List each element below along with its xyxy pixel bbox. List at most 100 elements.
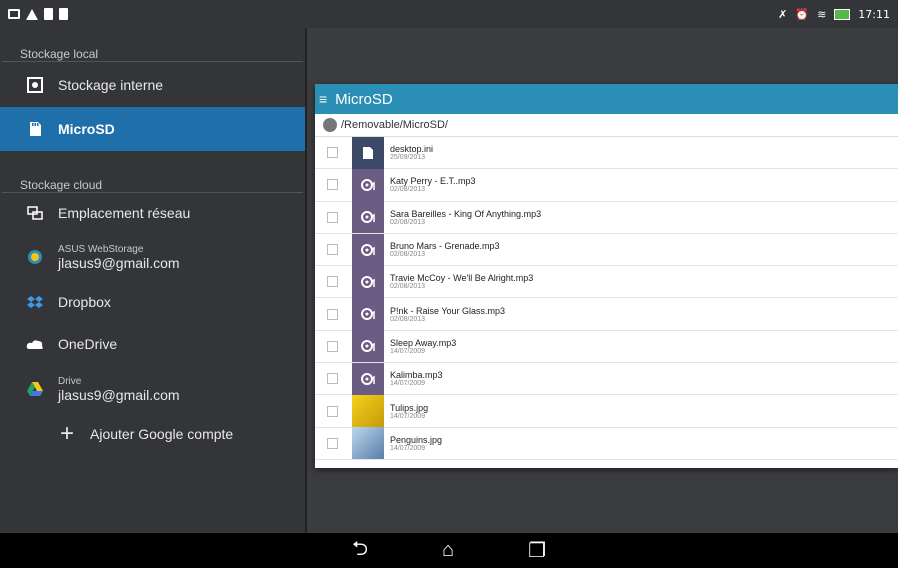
sdcard-path-icon: [323, 118, 337, 132]
file-checkbox[interactable]: [327, 340, 338, 352]
file-name: Sara Bareilles - King Of Anything.mp3: [390, 208, 542, 219]
asus-webstorage-icon: [26, 248, 44, 266]
battery-icon: [834, 8, 851, 20]
file-name: Tulips.jpg: [390, 402, 429, 413]
account-provider: ASUS WebStorage: [58, 243, 144, 255]
sim-icon: [44, 8, 53, 20]
audio-file-icon: [352, 233, 384, 266]
file-info: Travie McCoy - We'll Be Alright.mp3 02/08…: [390, 273, 533, 290]
cloud-icon: [26, 335, 44, 353]
file-panel: ≡ MicroSD /Removable/MicroSD/ desktop.in…: [315, 84, 898, 468]
sdcard-icon: [26, 120, 44, 138]
file-info: Bruno Mars - Grenade.mp3 02/08/2013: [390, 241, 500, 258]
file-date: 14/07/2009: [390, 347, 426, 355]
file-date: 14/07/2009: [390, 412, 426, 420]
nav-item-internal-storage[interactable]: Stockage interne: [0, 65, 305, 105]
file-date: 02/08/2013: [390, 218, 426, 226]
account-provider: Drive: [58, 375, 82, 387]
status-bar: ✗ ⏰ ≋ 17:11: [0, 0, 898, 28]
file-list: desktop.ini 25/09/2013 Katy Perry - E.T..m…: [315, 136, 898, 460]
file-name: Katy Perry - E.T..mp3: [390, 176, 476, 187]
nav-item-label: Stockage interne: [58, 77, 164, 93]
file-name: Penguins.jpg: [390, 434, 443, 445]
file-info: Sleep Away.mp3 14/07/2009: [390, 338, 456, 355]
file-date: 02/08/2013: [390, 186, 426, 194]
audio-file-icon: [352, 330, 384, 363]
audio-file-icon: [352, 168, 384, 201]
file-date: 14/07/2009: [390, 444, 426, 452]
breadcrumb[interactable]: /Removable/MicroSD/: [315, 114, 898, 137]
audio-file-icon: [352, 201, 384, 234]
plus-icon: +: [59, 420, 74, 447]
image-thumbnail: [352, 427, 384, 460]
nav-item-label: Emplacement réseau: [58, 205, 191, 221]
file-checkbox[interactable]: [327, 211, 338, 223]
file-checkbox[interactable]: [327, 437, 338, 449]
file-checkbox[interactable]: [327, 373, 338, 385]
nav-item-asus-webstorage[interactable]: ASUS WebStorage jlasus9@gmail.com: [0, 233, 305, 281]
file-checkbox[interactable]: [327, 244, 338, 256]
alarm-icon: ⏰: [795, 7, 810, 21]
file-info: Sara Bareilles - King Of Anything.mp3 02/…: [390, 209, 541, 226]
file-row[interactable]: P!nk - Raise Your Glass.mp3 02/08/2013: [315, 298, 898, 331]
panel-header: ≡ MicroSD: [315, 84, 898, 114]
menu-icon[interactable]: ≡: [319, 91, 327, 107]
nav-item-dropbox[interactable]: Dropbox: [0, 281, 305, 323]
file-info: Penguins.jpg 14/07/2009: [390, 435, 442, 452]
file-checkbox[interactable]: [327, 405, 338, 417]
wifi-icon: ≋: [817, 7, 827, 21]
file-row[interactable]: Bruno Mars - Grenade.mp3 02/08/2013: [315, 233, 898, 267]
file-date: 02/08/2013: [390, 283, 426, 291]
back-icon[interactable]: ⮌: [352, 534, 368, 568]
file-info: Katy Perry - E.T..mp3 02/08/2013: [390, 176, 476, 193]
path-text: /Removable/MicroSD/: [341, 119, 448, 131]
mute-icon: ✗: [778, 7, 788, 21]
file-name: Sleep Away.mp3: [390, 337, 457, 348]
file-row[interactable]: Kalimba.mp3 14/07/2009: [315, 362, 898, 396]
file-name: Travie McCoy - We'll Be Alright.mp3: [390, 273, 534, 284]
nav-item-label: MicroSD: [58, 121, 115, 137]
file-date: 02/08/2013: [390, 251, 426, 259]
add-google-account-button[interactable]: + Ajouter Google compte: [0, 413, 305, 455]
file-date: 25/09/2013: [390, 154, 426, 162]
nav-item-label: Ajouter Google compte: [90, 426, 234, 442]
file-info: Tulips.jpg 14/07/2009: [390, 403, 428, 420]
screen-icon: [8, 9, 20, 19]
file-checkbox[interactable]: [327, 179, 338, 191]
document-icon: [352, 136, 384, 169]
image-thumbnail: [352, 395, 384, 428]
file-checkbox[interactable]: [327, 147, 338, 159]
file-row[interactable]: Tulips.jpg 14/07/2009: [315, 395, 898, 428]
file-checkbox[interactable]: [327, 308, 338, 320]
file-row[interactable]: Sleep Away.mp3 14/07/2009: [315, 330, 898, 364]
audio-file-icon: [352, 362, 384, 395]
file-icon: [59, 8, 68, 20]
nav-item-google-drive[interactable]: Drive jlasus9@gmail.com: [0, 365, 305, 413]
file-row[interactable]: desktop.ini 25/09/2013: [315, 136, 898, 170]
file-info: P!nk - Raise Your Glass.mp3 02/08/2013: [390, 306, 505, 323]
clock: 17:11: [858, 7, 890, 21]
nav-item-label: Dropbox: [58, 294, 111, 310]
file-row[interactable]: Sara Bareilles - King Of Anything.mp3 02/…: [315, 201, 898, 234]
panel-title: MicroSD: [335, 90, 393, 108]
navigation-drawer: Stockage local Stockage interne MicroSD …: [0, 28, 307, 533]
nav-item-onedrive[interactable]: OneDrive: [0, 323, 305, 365]
nav-item-microsd[interactable]: MicroSD: [0, 107, 305, 151]
file-row[interactable]: Travie McCoy - We'll Be Alright.mp3 02/08…: [315, 265, 898, 299]
file-checkbox[interactable]: [327, 276, 338, 288]
warning-icon: [26, 8, 38, 20]
file-row[interactable]: Katy Perry - E.T..mp3 02/08/2013: [315, 168, 898, 202]
audio-file-icon: [352, 265, 384, 298]
nav-item-label: OneDrive: [58, 336, 118, 352]
account-email: jlasus9@gmail.com: [58, 386, 180, 403]
file-date: 02/08/2013: [390, 315, 426, 323]
nav-item-network[interactable]: Emplacement réseau: [0, 193, 305, 233]
recent-apps-icon[interactable]: ❐: [528, 538, 546, 563]
dropbox-icon: [26, 293, 44, 311]
file-name: Kalimba.mp3: [390, 370, 443, 381]
file-row[interactable]: Penguins.jpg 14/07/2009: [315, 427, 898, 460]
phone-storage-icon: [26, 76, 44, 94]
home-icon[interactable]: ⌂: [442, 539, 454, 562]
network-icon: [26, 204, 44, 222]
file-info: Kalimba.mp3 14/07/2009: [390, 370, 443, 387]
